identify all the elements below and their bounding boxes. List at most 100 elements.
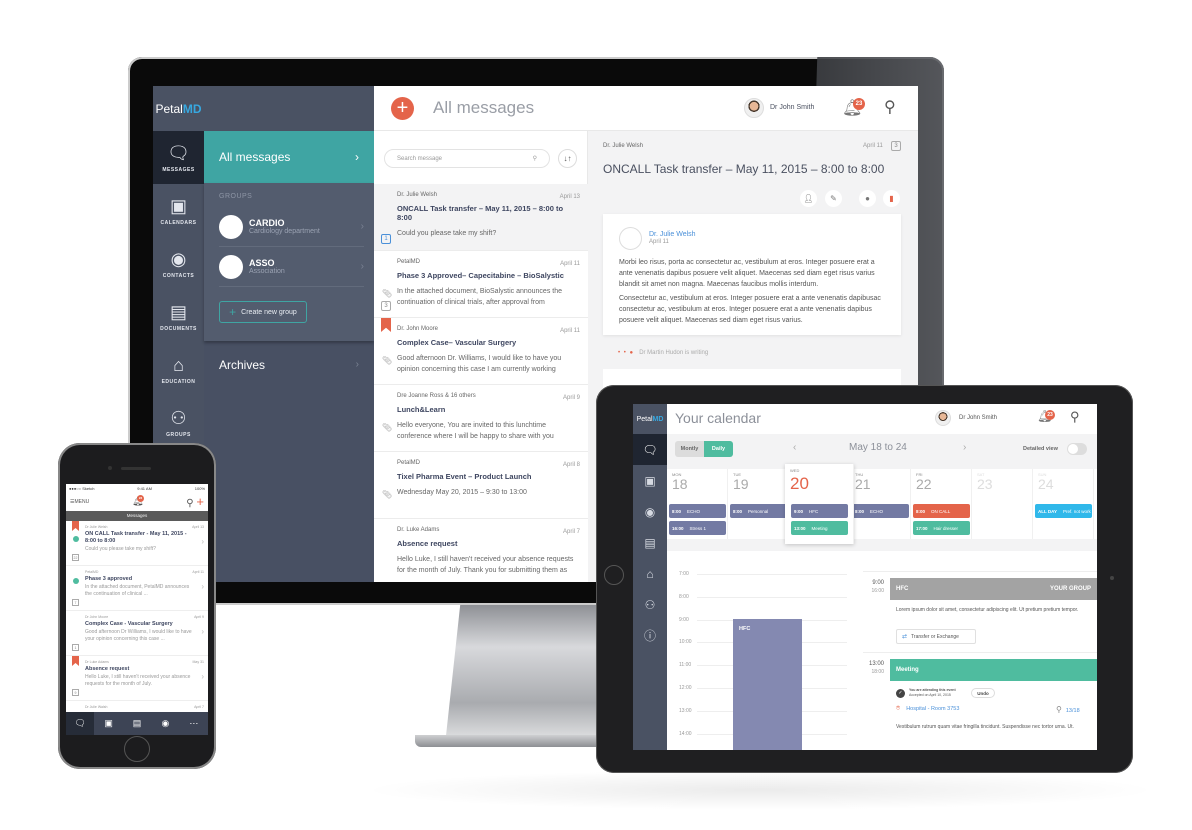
- day-column[interactable]: THU 21 8:00 ECHO: [850, 469, 911, 539]
- day-column[interactable]: SAT 23: [972, 469, 1033, 539]
- calendar-event[interactable]: 8:00 ECHO: [669, 504, 726, 518]
- list-item[interactable]: Dr. Julie Welsh April 13 ONCALL Task tra…: [374, 184, 588, 251]
- nav-all-messages[interactable]: All messages ›: [204, 131, 374, 183]
- typing-dots-icon: • • ●: [618, 350, 635, 356]
- user-name[interactable]: Dr John Smith: [959, 415, 997, 421]
- prev-week-button[interactable]: ‹: [793, 442, 796, 453]
- user-avatar[interactable]: [744, 98, 764, 118]
- detail-title: ONCALL Task transfer – May 11, 2015 – 8:…: [603, 162, 885, 176]
- event-header-hfc[interactable]: HFC YOUR GROUP: [890, 578, 1097, 600]
- search-icon: ⚲: [532, 156, 537, 162]
- rail-item-calendars[interactable]: ▣ CALENDARS: [153, 184, 204, 237]
- add-participant-button[interactable]: 👤︎: [800, 190, 817, 207]
- search-icon[interactable]: ⚲: [884, 97, 896, 117]
- calendar-event[interactable]: 9:00 HFC: [791, 504, 848, 518]
- calendar-event[interactable]: 17:00 Hair dresser: [913, 521, 970, 535]
- groups-panel: GROUPS CARDIO Cardiology department › ASS…: [204, 183, 374, 341]
- location-link[interactable]: ⌾ Hospital - Room 3753: [896, 705, 959, 713]
- transfer-exchange-button[interactable]: ⇄ Transfer or Exchange: [896, 629, 976, 644]
- menu-button[interactable]: ☰MENU: [70, 499, 89, 505]
- event-end: 16:00: [871, 588, 884, 594]
- calendar-event[interactable]: ALL DAY Pref. not work: [1035, 504, 1092, 518]
- attendees-count[interactable]: ⚲ 13/18: [1056, 705, 1080, 714]
- search-input[interactable]: Search message ⚲: [384, 149, 550, 168]
- groups-icon[interactable]: ⚇: [633, 589, 667, 620]
- day-date: 21: [855, 476, 871, 492]
- rail-item-messages[interactable]: 🗨 MESSAGES: [153, 131, 204, 184]
- create-group-button[interactable]: + Create new group: [219, 301, 307, 323]
- search-icon[interactable]: ⚲: [186, 498, 193, 509]
- document-icon[interactable]: ▤: [633, 527, 667, 558]
- day-column[interactable]: MON 18 8:00 ECHO 16:00 Stress 1: [667, 469, 728, 539]
- calendar-event[interactable]: 16:00 Stress 1: [669, 521, 726, 535]
- calendar-event[interactable]: 13:00 Meeting: [791, 521, 848, 535]
- author-name[interactable]: Dr. Julie Welsh: [649, 231, 696, 238]
- logo[interactable]: Petal MD: [153, 86, 204, 131]
- reply-count: 1: [72, 644, 79, 651]
- page-title: All messages: [433, 98, 535, 117]
- list-item[interactable]: PetalMD April 11 Phase 3 Approved– Capec…: [374, 251, 588, 318]
- list-item[interactable]: Dr Luke Adams May 31 Absence request Hel…: [66, 656, 208, 701]
- rail-item-education[interactable]: ⌂ EDUCATION: [153, 343, 204, 396]
- bell-icon[interactable]: 🔔︎23: [132, 495, 145, 507]
- document-icon[interactable]: ▤: [123, 712, 151, 735]
- list-item[interactable]: PetalMD April 8 Tixel Pharma Event – Pro…: [374, 452, 588, 519]
- chevron-right-icon: ›: [360, 261, 364, 272]
- list-item[interactable]: Dr. John Moore April 11 Complex Case– Va…: [374, 318, 588, 385]
- day-column[interactable]: TUE 19 8:00 Personnal: [728, 469, 789, 539]
- rail-item-contacts[interactable]: ◉ CONTACTS: [153, 237, 204, 290]
- day-column[interactable]: WED 20 9:00 HFC 13:00 Meeting: [785, 464, 854, 544]
- list-item[interactable]: Dr John Moore April 9 Complex Case - Vas…: [66, 611, 208, 656]
- reply-count: 22: [72, 554, 79, 561]
- group-item-cardio[interactable]: CARDIO Cardiology department ›: [219, 207, 364, 247]
- groups-label: GROUPS: [219, 193, 253, 200]
- timeline-event[interactable]: HFC: [733, 619, 802, 750]
- notification-badge: 23: [137, 495, 145, 502]
- user-avatar[interactable]: [935, 410, 951, 426]
- list-item[interactable]: Dr. Luke Adams April 7 Absence request H…: [374, 519, 588, 582]
- list-item[interactable]: Dre Joanne Ross & 16 others April 9 Lunc…: [374, 385, 588, 452]
- calendar-event[interactable]: 8:00 Personnal: [730, 504, 787, 518]
- more-icon[interactable]: ⋯: [180, 712, 208, 735]
- calendar-icon[interactable]: ▣: [94, 712, 122, 735]
- detailed-view-toggle[interactable]: [1067, 443, 1087, 455]
- compose-button[interactable]: +: [391, 97, 414, 120]
- chat-bubbles-icon[interactable]: 🗨: [633, 434, 667, 465]
- day-column[interactable]: FRI 22 8:00 ON CALL 17:00 Hair dresser: [911, 469, 972, 539]
- group-item-asso[interactable]: ASSO Association ›: [219, 247, 364, 287]
- calendar-event[interactable]: 8:00 ECHO: [852, 504, 909, 518]
- document-icon: ▤: [169, 301, 187, 322]
- nav-archives[interactable]: Archives ›: [204, 351, 374, 378]
- event-header-meeting[interactable]: Meeting: [890, 659, 1097, 681]
- user-name[interactable]: Dr John Smith: [770, 104, 814, 111]
- detail-date: April 11: [863, 143, 883, 149]
- contact-icon[interactable]: ◉: [151, 712, 179, 735]
- compose-button[interactable]: +: [196, 494, 204, 509]
- monthly-tab[interactable]: Montly: [675, 441, 704, 457]
- list-item[interactable]: PetalMD April 11 Phase 3 approved In the…: [66, 566, 208, 611]
- bookmark-button[interactable]: ▮: [883, 190, 900, 207]
- status-bar: ●●●○○ Sketch 9:41 AM 100%: [69, 485, 205, 491]
- rail-item-groups[interactable]: ⚇ GROUPS: [153, 396, 204, 449]
- date-range: May 18 to 24: [849, 442, 907, 453]
- sort-button[interactable]: ↓↑: [558, 149, 577, 168]
- day-column[interactable]: SUN 24 ALL DAY Pref. not work: [1033, 469, 1094, 539]
- calendar-event[interactable]: 8:00 ON CALL: [913, 504, 970, 518]
- list-item[interactable]: Dr Julie Welsh April 13 ON CALL Task tra…: [66, 521, 208, 566]
- device-shadow: [360, 770, 1160, 810]
- edit-button[interactable]: ✎: [825, 190, 842, 207]
- calendar-icon[interactable]: ▣: [633, 465, 667, 496]
- rail-item-documents[interactable]: ▤ DOCUMENTS: [153, 290, 204, 343]
- daily-tab[interactable]: Daily: [704, 441, 733, 457]
- hour-label: 12:00: [679, 685, 692, 691]
- search-icon[interactable]: ⚲: [1070, 409, 1080, 425]
- contact-icon[interactable]: ◉: [633, 496, 667, 527]
- undo-button[interactable]: Undo: [971, 688, 995, 698]
- help-icon[interactable]: ⓘ: [633, 620, 667, 651]
- messages-icon[interactable]: 🗨: [66, 712, 95, 735]
- graduation-cap-icon[interactable]: ⌂: [633, 558, 667, 589]
- logo[interactable]: Petal MD: [633, 404, 667, 434]
- next-week-button[interactable]: ›: [963, 442, 966, 453]
- mark-read-button[interactable]: ●: [859, 190, 876, 207]
- hour-gridline: [697, 596, 847, 598]
